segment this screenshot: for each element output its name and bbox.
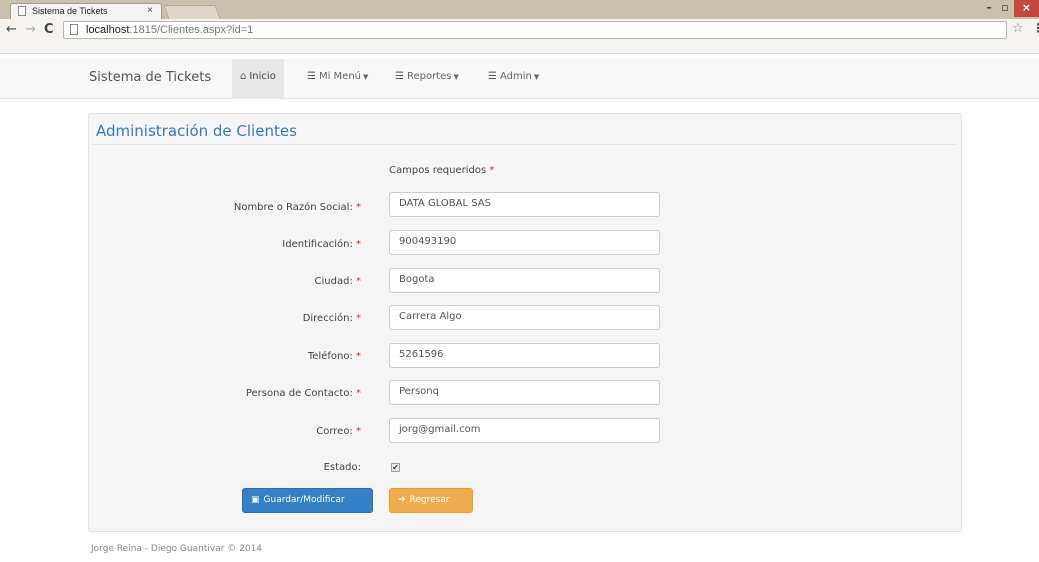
save-icon: ▣	[251, 495, 260, 505]
browser-tab-strip: Sistema de Tickets × – ▫ ×	[0, 0, 1039, 19]
direccion-field[interactable]: Carrera Algo	[389, 305, 660, 330]
page-title: Administración de Clientes	[96, 122, 297, 140]
back-button[interactable]: ➜ Regresar	[389, 488, 473, 513]
maximize-icon[interactable]: ▫	[998, 2, 1012, 14]
save-button[interactable]: ▣ Guardar/Modificar	[242, 488, 373, 513]
arrow-right-icon: ➜	[398, 495, 406, 505]
navbar-brand[interactable]: Sistema de Tickets	[89, 70, 211, 85]
forward-arrow-icon[interactable]: →	[25, 23, 36, 37]
new-tab-button[interactable]	[163, 5, 221, 19]
address-bar[interactable]: localhost:1815/Clientes.aspx?id=1	[63, 21, 1007, 39]
back-button-label: Regresar	[409, 495, 450, 505]
caret-down-icon: ▼	[363, 73, 369, 81]
label-telefono: Teléfono: *	[307, 351, 361, 362]
required-fields-note: Campos requeridos *	[389, 165, 495, 176]
page-icon	[18, 6, 26, 16]
nav-item-label: Inicio	[249, 71, 276, 82]
app-navbar: Sistema de Tickets ⌂ Inicio ☰ Mi Menú ▼ ☰ Re…	[0, 59, 1039, 99]
ciudad-field[interactable]: Bogota	[389, 268, 660, 293]
correo-field[interactable]: jorg@gmail.com	[389, 418, 660, 443]
telefono-field[interactable]: 5261596	[389, 343, 660, 368]
browser-menu-icon[interactable]: ⋮	[1032, 21, 1039, 35]
url-text: localhost:1815/Clientes.aspx?id=1	[86, 24, 254, 36]
label-correo: Correo: *	[316, 426, 361, 437]
list-icon: ☰	[488, 71, 497, 82]
label-direccion: Dirección: *	[302, 313, 361, 324]
label-persona-contacto: Persona de Contacto: *	[245, 388, 361, 399]
persona-contacto-field[interactable]: Personq	[389, 380, 660, 405]
nombre-field[interactable]: DATA GLOBAL SAS	[389, 192, 660, 217]
page-icon	[70, 24, 78, 35]
caret-down-icon: ▼	[533, 73, 540, 81]
nav-item-label: Admin	[499, 71, 532, 82]
estado-checkbox[interactable]: ✔	[391, 463, 400, 472]
window-close-icon[interactable]: ×	[1014, 0, 1039, 17]
label-estado: Estado:	[323, 462, 361, 473]
client-admin-panel: Administración de Clientes Campos requer…	[88, 113, 962, 532]
tab-title: Sistema de Tickets	[32, 6, 108, 16]
browser-toolbar: ← → C localhost:1815/Clientes.aspx?id=1 …	[0, 19, 1039, 54]
tab-close-icon[interactable]: ×	[147, 5, 153, 16]
bookmark-star-icon[interactable]: ☆	[1012, 21, 1024, 36]
label-nombre: Nombre o Razón Social: *	[233, 202, 361, 213]
browser-tab[interactable]: Sistema de Tickets ×	[10, 3, 162, 19]
label-identificacion: Identificación: *	[282, 239, 361, 250]
caret-down-icon: ▼	[453, 73, 459, 81]
divider	[93, 144, 955, 145]
save-button-label: Guardar/Modificar	[263, 495, 345, 505]
list-icon: ☰	[395, 71, 404, 82]
nav-item-label: Mi Menú	[318, 71, 362, 82]
list-icon: ☰	[307, 71, 316, 82]
minimize-icon[interactable]: –	[982, 2, 996, 14]
footer-credits: Jorge Reina - Diego Guantivar © 2014	[91, 544, 263, 554]
identificacion-field[interactable]: 900493190	[389, 230, 660, 255]
nav-item-reportes[interactable]: ☰ Reportes ▼	[387, 59, 467, 99]
nav-item-inicio[interactable]: ⌂ Inicio	[232, 59, 284, 99]
nav-item-admin[interactable]: ☰ Admin ▼	[480, 59, 547, 99]
reload-icon[interactable]: C	[44, 23, 54, 37]
nav-item-label: Reportes	[406, 71, 452, 82]
nav-item-mi-menu[interactable]: ☰ Mi Menú ▼	[299, 59, 376, 99]
home-icon: ⌂	[240, 71, 247, 82]
label-ciudad: Ciudad: *	[314, 276, 361, 287]
back-arrow-icon[interactable]: ←	[6, 23, 17, 37]
